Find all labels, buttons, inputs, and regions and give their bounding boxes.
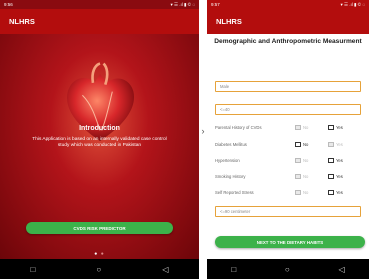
page-indicator: ● ●: [0, 251, 199, 257]
no-option[interactable]: No: [295, 125, 328, 130]
question-label: Self Reported Stress: [215, 190, 254, 195]
recents-icon[interactable]: □: [31, 265, 36, 274]
app-bar: NLHRS: [207, 9, 369, 34]
recents-icon[interactable]: □: [231, 265, 236, 274]
checkbox[interactable]: [295, 125, 301, 130]
next-dietary-habits-button[interactable]: NEXT TO THE DIETARY HABITS: [215, 236, 365, 248]
checkbox[interactable]: [328, 125, 334, 130]
checkbox[interactable]: [328, 142, 334, 147]
checkbox[interactable]: [295, 158, 301, 163]
question-row: Smoking History No Yes: [215, 172, 367, 181]
question-row: Parental History of CVDs No Yes: [215, 123, 367, 132]
heart-icon: [67, 62, 135, 141]
checkbox[interactable]: [295, 142, 301, 147]
app-title: NLHRS: [216, 17, 242, 26]
back-icon[interactable]: ◁: [162, 265, 168, 274]
status-icons: ▾ ☰ .ıl ▮ © ◌: [340, 1, 365, 7]
no-option[interactable]: No: [295, 158, 328, 163]
question-label: Diabetes Mellitus: [215, 142, 247, 147]
question-label: Hypertension: [215, 158, 240, 163]
no-option[interactable]: No: [295, 142, 328, 147]
intro-title: Introduction: [79, 125, 120, 132]
intro-screen: 9:56 ▾ ☰ .ıl ▮ © ◌ NLHRS Introduction Th…: [0, 0, 199, 279]
status-bar: 9:57 ▾ ☰ .ıl ▮ © ◌: [207, 0, 369, 9]
question-label: Parental History of CVDs: [215, 125, 262, 130]
system-nav-bar: □ ○ ◁: [0, 259, 199, 279]
no-option[interactable]: No: [295, 174, 328, 179]
question-row: Self Reported Stress No Yes: [215, 188, 367, 197]
chevron-right-icon: ›: [201, 126, 205, 136]
question-row: Diabetes Mellitus No Yes: [215, 140, 367, 149]
checkbox[interactable]: [295, 174, 301, 179]
checkbox[interactable]: [328, 190, 334, 195]
yes-option[interactable]: Yes: [328, 174, 361, 179]
status-time: 9:56: [4, 2, 13, 7]
gender-value: Male: [220, 84, 230, 89]
no-option[interactable]: No: [295, 190, 328, 195]
gender-select[interactable]: Male: [215, 81, 361, 92]
home-icon[interactable]: ○: [96, 265, 101, 274]
back-icon[interactable]: ◁: [338, 265, 344, 274]
status-time: 9:57: [211, 2, 220, 7]
measurement-screen: 9:57 ▾ ☰ .ıl ▮ © ◌ NLHRS Demographic and…: [207, 0, 369, 279]
app-title: NLHRS: [9, 17, 35, 26]
form-title: Demographic and Anthropometric Measurmen…: [214, 38, 362, 45]
intro-text: This Application is based on an internal…: [32, 137, 167, 149]
checkbox[interactable]: [295, 190, 301, 195]
age-value: <=40: [220, 107, 230, 112]
question-label: Smoking History: [215, 174, 246, 179]
home-icon[interactable]: ○: [285, 265, 290, 274]
cvds-risk-predictor-button[interactable]: CVDS RISK PREDICTOR: [26, 222, 173, 234]
checkbox[interactable]: [328, 174, 334, 179]
status-icons: ▾ ☰ .ıl ▮ © ◌: [170, 1, 195, 7]
waist-select[interactable]: <=90 centimeter: [215, 206, 361, 217]
checkbox[interactable]: [328, 158, 334, 163]
yes-option[interactable]: Yes: [328, 142, 361, 147]
waist-value: <=90 centimeter: [220, 209, 251, 214]
status-bar: 9:56 ▾ ☰ .ıl ▮ © ◌: [0, 0, 199, 9]
system-nav-bar: □ ○ ◁: [207, 259, 369, 279]
question-row: Hypertension No Yes: [215, 156, 367, 165]
yes-option[interactable]: Yes: [328, 125, 361, 130]
app-bar: NLHRS: [0, 9, 199, 34]
yes-option[interactable]: Yes: [328, 190, 361, 195]
page-dot: ●: [94, 251, 99, 257]
yes-option[interactable]: Yes: [328, 158, 361, 163]
age-select[interactable]: <=40: [215, 104, 361, 115]
page-dot: ●: [100, 251, 105, 257]
